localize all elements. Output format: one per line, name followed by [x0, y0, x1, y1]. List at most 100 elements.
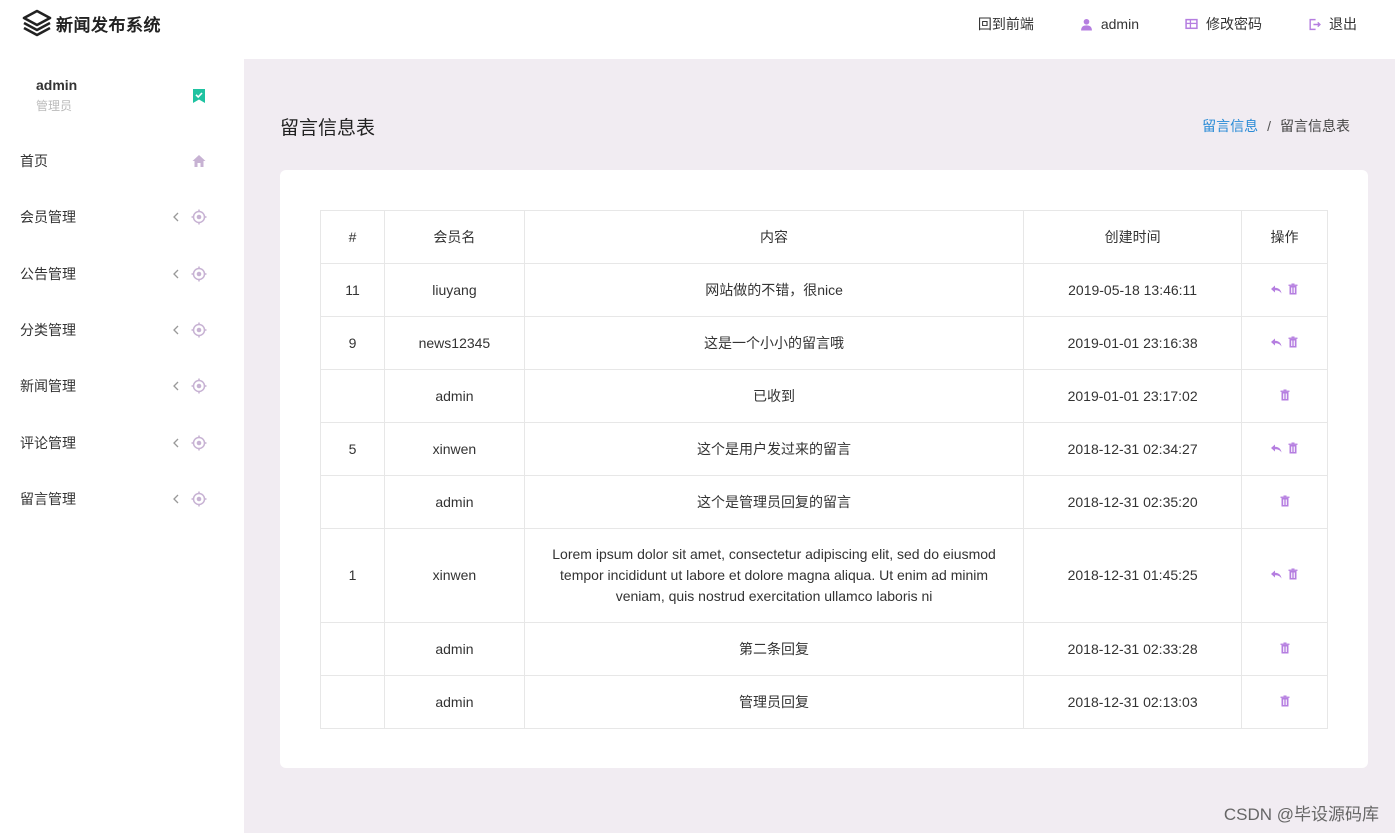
- sidebar-item-messages[interactable]: 留言管理: [0, 471, 244, 527]
- breadcrumb-current: 留言信息表: [1280, 118, 1350, 134]
- table-row: 1 xinwen Lorem ipsum dolor sit amet, conse…: [320, 528, 1328, 623]
- app-title: 新闻发布系统: [56, 15, 161, 35]
- cell-id: [320, 475, 385, 529]
- breadcrumb-parent-link[interactable]: 留言信息: [1202, 116, 1258, 136]
- cell-time: 2019-01-01 23:16:38: [1023, 316, 1242, 370]
- delete-icon[interactable]: [1279, 495, 1291, 507]
- verified-badge-icon: [193, 89, 205, 103]
- watermark: CSDN @毕设源码库: [1223, 805, 1379, 824]
- target-icon: [191, 322, 207, 338]
- cell-time: 2018-12-31 02:13:03: [1023, 675, 1242, 729]
- reply-icon[interactable]: [1270, 568, 1282, 580]
- cell-id: 9: [320, 316, 385, 370]
- row-actions: [1270, 336, 1299, 348]
- change-password-label: 修改密码: [1206, 16, 1262, 32]
- reply-icon[interactable]: [1270, 336, 1282, 348]
- back-to-frontend-link[interactable]: 回到前端: [978, 14, 1034, 34]
- cell-member: news12345: [383, 316, 525, 370]
- cell-member: admin: [383, 675, 525, 729]
- sidebar-item-announcements[interactable]: 公告管理: [0, 246, 244, 302]
- sidebar: admin 管理员 首页 会员管理 公告管理 分类管理 新闻管理 评论管理 留言…: [0, 59, 244, 833]
- breadcrumb: 留言信息 / 留言信息表: [1202, 116, 1350, 136]
- row-actions: [1279, 389, 1291, 401]
- sidebar-user-name: admin: [36, 77, 78, 93]
- delete-icon[interactable]: [1287, 442, 1299, 454]
- layers-icon: [22, 9, 52, 37]
- sidebar-menu: 首页 会员管理 公告管理 分类管理 新闻管理 评论管理 留言管理: [0, 133, 244, 527]
- home-icon: [192, 155, 206, 168]
- target-icon: [191, 209, 207, 225]
- cell-member: xinwen: [383, 528, 525, 623]
- breadcrumb-separator: /: [1267, 118, 1271, 134]
- delete-icon[interactable]: [1287, 336, 1299, 348]
- table-row: admin 管理员回复 2018-12-31 02:13:03: [320, 675, 1328, 729]
- cell-member: xinwen: [383, 422, 525, 476]
- cell-id: [320, 369, 385, 423]
- cell-time: 2019-01-01 23:17:02: [1023, 369, 1242, 423]
- cell-time: 2018-12-31 02:35:20: [1023, 475, 1242, 529]
- cell-content: 这是一个小小的留言哦: [523, 316, 1025, 370]
- cell-actions: [1241, 422, 1328, 476]
- cell-content: 这个是管理员回复的留言: [523, 475, 1025, 529]
- cell-id: [320, 622, 385, 676]
- cell-content: 已收到: [523, 369, 1025, 423]
- change-password-link[interactable]: 修改密码: [1185, 14, 1262, 34]
- column-header-id: #: [320, 210, 385, 264]
- row-actions: [1279, 642, 1291, 654]
- cell-time: 2018-12-31 01:45:25: [1023, 528, 1242, 623]
- cell-content: Lorem ipsum dolor sit amet, consectetur …: [523, 528, 1025, 623]
- cell-time: 2018-12-31 02:34:27: [1023, 422, 1242, 476]
- row-actions: [1270, 568, 1299, 580]
- sidebar-item-members[interactable]: 会员管理: [0, 189, 244, 245]
- sidebar-item-label: 首页: [20, 153, 48, 170]
- user-name: admin: [1100, 16, 1139, 32]
- reply-icon[interactable]: [1270, 442, 1282, 454]
- cell-content: 第二条回复: [523, 622, 1025, 676]
- delete-icon[interactable]: [1279, 389, 1291, 401]
- delete-icon[interactable]: [1287, 283, 1299, 295]
- target-icon: [191, 491, 207, 507]
- sidebar-item-home[interactable]: 首页: [0, 133, 244, 189]
- sidebar-item-label: 分类管理: [20, 322, 76, 339]
- logo[interactable]: 新闻发布系统: [22, 8, 161, 38]
- top-bar: 新闻发布系统 回到前端 admin 修改密码 退出: [0, 0, 1395, 59]
- cell-id: 1: [320, 528, 385, 623]
- delete-icon[interactable]: [1287, 568, 1299, 580]
- row-actions: [1270, 442, 1299, 454]
- cell-time: 2018-12-31 02:33:28: [1023, 622, 1242, 676]
- cell-id: [320, 675, 385, 729]
- user-icon: [1080, 18, 1092, 30]
- table-row: 11 liuyang 网站做的不错，很nice 2019-05-18 13:46:11: [320, 263, 1328, 317]
- chevron-left-icon: [173, 494, 179, 504]
- sidebar-item-label: 评论管理: [20, 434, 76, 451]
- cell-member: liuyang: [383, 263, 525, 317]
- column-header-actions: 操作: [1241, 210, 1328, 264]
- table-body: 11 liuyang 网站做的不错，很nice 2019-05-18 13:46:11…: [320, 263, 1328, 729]
- cell-actions: [1241, 622, 1328, 676]
- user-menu[interactable]: admin: [1080, 16, 1139, 32]
- column-header-content: 内容: [523, 210, 1025, 264]
- content-card: # 会员名 内容 创建时间 操作 11 liuyang 网站做的不错，很nice 20…: [280, 170, 1368, 768]
- cell-actions: [1241, 369, 1328, 423]
- sidebar-item-comments[interactable]: 评论管理: [0, 414, 244, 470]
- sidebar-item-label: 留言管理: [20, 490, 76, 507]
- cell-content: 管理员回复: [523, 675, 1025, 729]
- chevron-left-icon: [173, 212, 179, 222]
- sidebar-item-categories[interactable]: 分类管理: [0, 302, 244, 358]
- reply-icon[interactable]: [1270, 283, 1282, 295]
- cell-actions: [1241, 263, 1328, 317]
- table-row: admin 这个是管理员回复的留言 2018-12-31 02:35:20: [320, 475, 1328, 529]
- logout-link[interactable]: 退出: [1308, 14, 1357, 34]
- sidebar-user: admin 管理员: [36, 77, 77, 114]
- sidebar-item-label: 新闻管理: [20, 378, 76, 395]
- sidebar-user-role: 管理员: [36, 99, 73, 113]
- cell-member: admin: [383, 622, 525, 676]
- delete-icon[interactable]: [1279, 695, 1291, 707]
- cell-member: admin: [383, 369, 525, 423]
- back-to-frontend-label: 回到前端: [977, 16, 1034, 32]
- chevron-left-icon: [173, 438, 179, 448]
- target-icon: [191, 266, 207, 282]
- delete-icon[interactable]: [1279, 642, 1291, 654]
- sidebar-item-news[interactable]: 新闻管理: [0, 358, 244, 414]
- row-actions: [1279, 495, 1291, 507]
